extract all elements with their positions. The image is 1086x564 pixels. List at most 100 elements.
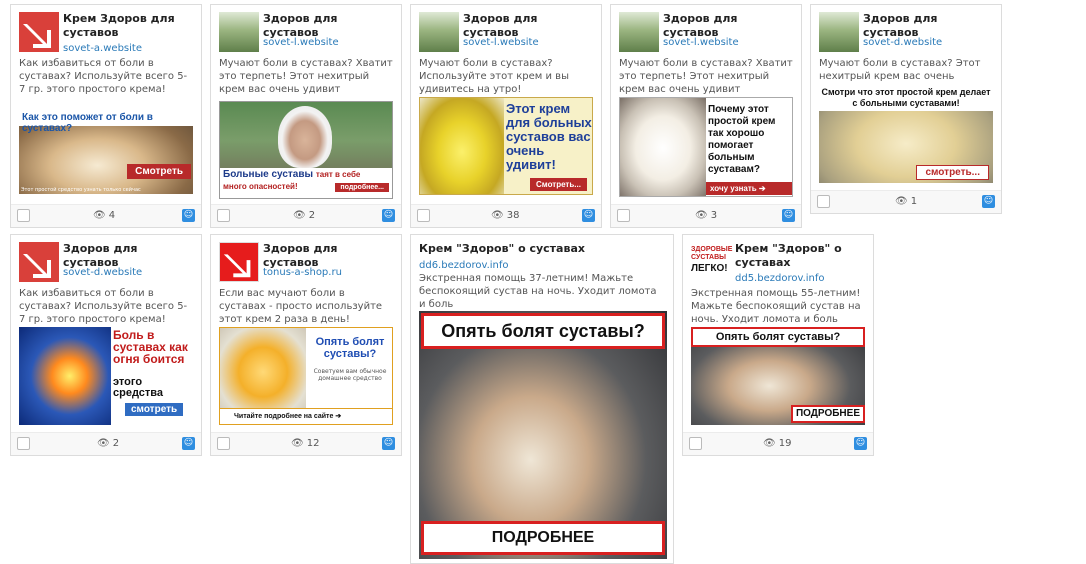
ad-domain[interactable]: sovet-d.website	[863, 36, 942, 50]
ad-description: Экстренная помощь 55-летним! Мажьте бесп…	[691, 288, 861, 325]
want-know-button[interactable]: хочу узнать ➔	[706, 182, 792, 195]
select-checkbox[interactable]	[689, 437, 702, 450]
ad-image[interactable]: Боль в суставах как огня боится этого ср…	[19, 327, 193, 425]
ad-domain[interactable]: sovet-l.website	[663, 36, 739, 50]
button-label: хочу узнать	[710, 184, 757, 193]
more-button[interactable]: подробнее...	[335, 183, 389, 192]
cream-photo	[420, 98, 504, 194]
logo-line: ЗДОРОВЫЕ	[691, 246, 733, 253]
image-headline: Больные суставы таят в себе	[223, 169, 360, 180]
ad-title[interactable]: Крем "Здоров" о суставах	[419, 242, 673, 256]
ad-title[interactable]: Крем Здоров для суставов	[63, 12, 195, 40]
plant-photo-icon	[219, 12, 259, 52]
logo-line: ЛЕГКО!	[691, 263, 728, 274]
watch-button[interactable]: смотреть	[125, 403, 184, 416]
image-headline: Смотри что этот простой крем делает с бо…	[819, 85, 993, 111]
plant-photo-icon	[619, 12, 659, 52]
view-count: 3	[710, 210, 718, 221]
ad-domain[interactable]: dd6.bezdorov.info	[419, 259, 509, 273]
eye-icon: 👁	[895, 196, 908, 207]
ad-image[interactable]: Больные суставы таят в себе много опасно…	[219, 101, 393, 199]
ad-card[interactable]: Крем Здоров для суставов sovet-a.website…	[10, 4, 202, 228]
ad-domain[interactable]: sovet-l.website	[463, 36, 539, 50]
ad-description: Мучают боли в суставах? Хватит это терпе…	[619, 58, 793, 95]
knee-xray-photo	[19, 327, 111, 425]
eye-icon: 👁	[293, 210, 306, 221]
select-checkbox[interactable]	[417, 209, 430, 222]
ad-card[interactable]: Здоров для суставов sovet-d.website Как …	[10, 234, 202, 456]
view-count: 12	[306, 438, 320, 449]
eye-icon: 👁	[291, 438, 304, 449]
ad-image[interactable]: Этот крем для больных суставов вас очень…	[419, 97, 593, 195]
view-count: 1	[910, 196, 918, 207]
smile-icon[interactable]: ☺	[382, 209, 395, 222]
more-button[interactable]: ПОДРОБНЕЕ	[421, 521, 665, 555]
smile-icon[interactable]: ☺	[382, 437, 395, 450]
image-subline: Советуем вам обычное домашнее средство	[313, 368, 387, 382]
smile-icon[interactable]: ☺	[854, 437, 867, 450]
view-count: 38	[506, 210, 520, 221]
select-checkbox[interactable]	[17, 437, 30, 450]
image-headline: Опять болят суставы?	[421, 313, 665, 349]
ad-title[interactable]: Крем "Здоров" о суставах	[735, 242, 867, 270]
image-headline: Этот крем для больных суставов вас очень…	[506, 101, 592, 172]
ad-card[interactable]: Здоров для суставов sovet-l.website Муча…	[210, 4, 402, 228]
ad-description: Как избавиться от боли в суставах? Испол…	[19, 288, 188, 325]
ad-card[interactable]: Здоров для суставов sovet-l.website Муча…	[610, 4, 802, 228]
image-headline: Боль в суставах как огня боится	[113, 328, 188, 366]
ad-image[interactable]: Почему этот простой крем так хорошо помо…	[619, 97, 793, 197]
image-caption: Этот простой средство узнать только сейч…	[21, 187, 141, 193]
ad-card[interactable]: Здоров для суставов tonus-a-shop.ru Если…	[210, 234, 402, 456]
watch-button[interactable]: Смотреть	[127, 164, 191, 179]
select-checkbox[interactable]	[217, 209, 230, 222]
headline-part: Больные суставы	[223, 169, 314, 180]
plant-photo-icon	[419, 12, 459, 52]
view-count: 19	[778, 438, 792, 449]
ad-domain[interactable]: sovet-l.website	[263, 36, 339, 50]
image-headline: Опять болят суставы?	[315, 336, 385, 360]
eye-icon: 👁	[695, 210, 708, 221]
ad-image[interactable]: Смотри что этот простой крем делает с бо…	[819, 85, 993, 183]
logo-line: СУСТАВЫ	[691, 254, 726, 261]
image-headline: Как это поможет от боли в суставах?	[19, 112, 193, 134]
ad-card[interactable]: Здоров для суставов sovet-d.website Муча…	[810, 4, 1002, 214]
image-headline: Почему этот простой крем так хорошо помо…	[708, 104, 776, 175]
woman-photo	[278, 106, 332, 168]
ad-image[interactable]: Как это поможет от боли в суставах? Смот…	[19, 112, 193, 194]
smile-icon[interactable]: ☺	[982, 195, 995, 208]
watch-button[interactable]: смотреть...	[916, 165, 989, 180]
ad-domain[interactable]: sovet-d.website	[63, 266, 142, 280]
ad-card[interactable]: Крем "Здоров" о суставах dd6.bezdorov.in…	[410, 234, 674, 564]
headline-part: таят в себе	[315, 170, 361, 179]
ad-domain[interactable]: tonus-a-shop.ru	[263, 266, 342, 280]
watch-button[interactable]: Смотреть...	[530, 178, 587, 191]
read-more-bar[interactable]: Читайте подробнее на сайте ➔	[220, 408, 392, 424]
arrow-logo-icon	[19, 12, 59, 52]
eye-icon: 👁	[763, 438, 776, 449]
ad-domain[interactable]: sovet-a.website	[63, 42, 142, 56]
ad-card[interactable]: ЗДОРОВЫЕ СУСТАВЫ ЛЕГКО! Крем "Здоров" о …	[682, 234, 874, 456]
select-checkbox[interactable]	[217, 437, 230, 450]
more-button[interactable]: ПОДРОБНЕЕ	[790, 405, 865, 423]
smile-icon[interactable]: ☺	[782, 209, 795, 222]
view-count: 4	[108, 210, 116, 221]
arrow-logo-icon	[219, 242, 259, 282]
smile-icon[interactable]: ☺	[182, 437, 195, 450]
arrow-logo-icon	[19, 242, 59, 282]
ad-image[interactable]: Опять болят суставы? ПОДРОБНЕЕ	[419, 311, 667, 559]
eye-icon: 👁	[97, 438, 110, 449]
select-checkbox[interactable]	[817, 195, 830, 208]
ad-image[interactable]: Опять болят суставы? Советуем вам обычно…	[219, 327, 393, 425]
ad-card[interactable]: Здоров для суставов sovet-l.website Муча…	[410, 4, 602, 228]
ad-description: Если вас мучают боли в суставах - просто…	[219, 288, 383, 325]
eye-icon: 👁	[93, 210, 106, 221]
select-checkbox[interactable]	[617, 209, 630, 222]
ad-domain[interactable]: dd5.bezdorov.info	[735, 272, 825, 286]
ad-image[interactable]: Опять болят суставы? ПОДРОБНЕЕ	[691, 327, 865, 425]
select-checkbox[interactable]	[17, 209, 30, 222]
smile-icon[interactable]: ☺	[182, 209, 195, 222]
cream-jar-photo	[220, 328, 306, 408]
smile-icon[interactable]: ☺	[582, 209, 595, 222]
cream-jar-photo	[620, 98, 706, 196]
plant-photo-icon	[819, 12, 859, 52]
